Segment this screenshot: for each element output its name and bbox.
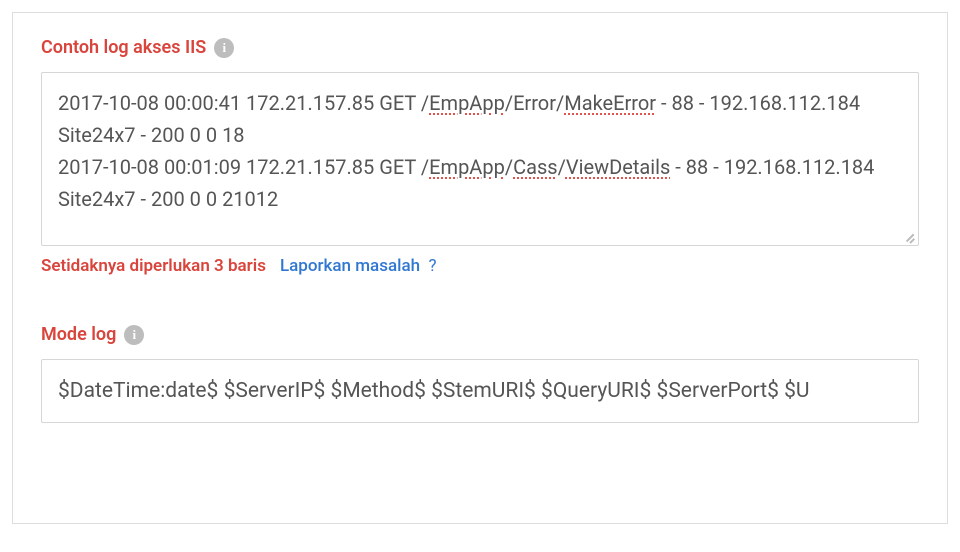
mode-log-label: Mode log i xyxy=(41,324,919,345)
log-text: / xyxy=(558,155,566,179)
log-sample-textarea[interactable]: 2017-10-08 00:00:41 172.21.157.85 GET /E… xyxy=(41,72,919,246)
resize-handle-icon xyxy=(900,227,916,243)
log-text: / xyxy=(505,155,513,179)
log-sample-field-wrap: 2017-10-08 00:00:41 172.21.157.85 GET /E… xyxy=(41,72,919,246)
log-text: 2017-10-08 00:00:41 172.21.157.85 GET / xyxy=(58,91,429,115)
form-container: Contoh log akses IIS i 2017-10-08 00:00:… xyxy=(12,12,948,524)
log-text-spellcheck: EmpApp xyxy=(429,155,505,179)
mode-log-label-text: Mode log xyxy=(41,324,116,345)
info-icon[interactable]: i xyxy=(124,325,144,345)
log-text: 2017-10-08 00:01:09 172.21.157.85 GET / xyxy=(58,155,429,179)
log-text-spellcheck: Cass xyxy=(513,155,558,179)
report-problem-link[interactable]: Laporkan masalah xyxy=(280,256,420,276)
log-text-spellcheck: ViewDetails xyxy=(566,155,670,179)
help-icon[interactable]: ? xyxy=(429,256,437,276)
log-text: /Error/ xyxy=(505,91,564,115)
log-text-spellcheck: MakeError xyxy=(564,91,656,115)
log-text-spellcheck: EmpApp xyxy=(429,91,505,115)
log-sample-label: Contoh log akses IIS i xyxy=(41,37,919,58)
log-sample-label-text: Contoh log akses IIS xyxy=(41,37,206,58)
mode-log-input[interactable] xyxy=(41,359,919,423)
validation-row: Setidaknya diperlukan 3 baris Laporkan m… xyxy=(41,256,919,276)
info-icon[interactable]: i xyxy=(214,38,234,58)
validation-error-text: Setidaknya diperlukan 3 baris xyxy=(41,256,266,276)
